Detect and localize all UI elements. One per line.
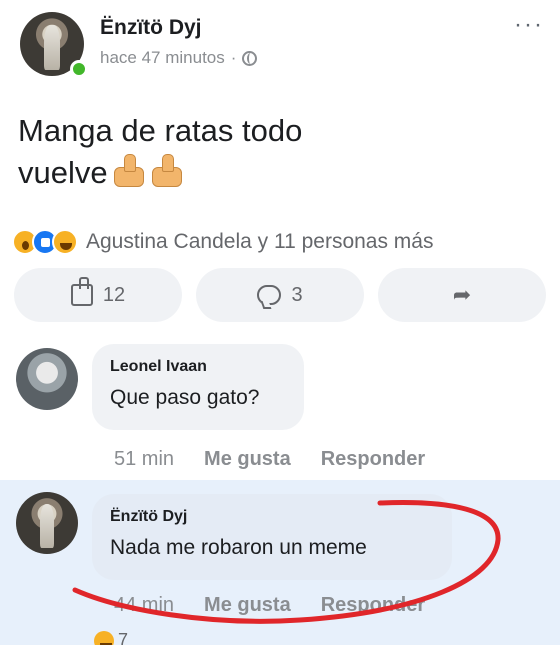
comment-item-highlighted: Ënzïtö Dyj Nada me robaron un meme 44 mi… [0,480,560,645]
comment-bubble: Leonel Ivaan Que paso gato? [92,344,304,430]
globe-icon [242,50,258,66]
commenter-avatar[interactable] [16,492,78,554]
commenter-avatar[interactable] [16,348,78,410]
comment-like-button[interactable]: Me gusta [204,448,291,471]
post-time[interactable]: hace 47 minutos [100,48,225,68]
comment-reactions[interactable]: 7 [94,630,128,645]
post-actions: 12 3 ➦ [14,268,546,322]
comment-like-button[interactable]: Me gusta [204,594,291,617]
comment-button[interactable]: 3 [196,268,364,322]
comment-text: Nada me robaron un meme [110,536,367,559]
online-status-icon [70,60,88,78]
thumbs-up-emoji-icon [148,153,184,187]
share-icon: ➦ [452,282,472,307]
like-icon [70,277,93,306]
comment-icon [257,285,282,305]
share-button[interactable]: ➦ [378,268,546,322]
post-text-line1: Manga de ratas todo [18,113,303,148]
comment-bubble: Ënzïtö Dyj Nada me robaron un meme [92,494,452,580]
comment-actions: 51 min Me gusta Responder [114,448,425,471]
commenter-name[interactable]: Leonel Ivaan [110,358,286,376]
reactions-summary[interactable]: Agustina Candela y 11 personas más [12,226,433,258]
post-author-name[interactable]: Ënzïtö Dyj [100,16,202,40]
thumbs-up-emoji-icon [110,153,146,187]
haha-reaction-icon [52,229,78,255]
more-options-icon[interactable]: ··· [514,13,544,37]
post-text-line2: vuelve [18,155,108,190]
haha-reaction-icon [94,630,114,645]
comment-text: Que paso gato? [110,386,260,409]
commenter-name[interactable]: Ënzïtö Dyj [110,508,434,526]
post-text: Manga de ratas todo vuelve [18,110,518,194]
likes-count: 12 [102,283,126,306]
meta-separator: · [230,48,237,67]
comment-reply-button[interactable]: Responder [321,448,425,471]
reactions-text[interactable]: Agustina Candela y 11 personas más [86,230,433,254]
post-header: Ënzïtö Dyj hace 47 minutos · ··· [14,6,546,86]
post-meta: hace 47 minutos · [100,48,258,68]
comment-time[interactable]: 44 min [114,594,174,617]
like-button[interactable]: 12 [14,268,182,322]
comments-count: 3 [291,283,303,306]
comment-reaction-count: 7 [118,630,129,645]
comment-reply-button[interactable]: Responder [321,594,425,617]
comment-actions: 44 min Me gusta Responder [114,594,425,617]
comment-item: Leonel Ivaan Que paso gato? 51 min Me gu… [0,336,560,476]
comment-time[interactable]: 51 min [114,448,174,471]
